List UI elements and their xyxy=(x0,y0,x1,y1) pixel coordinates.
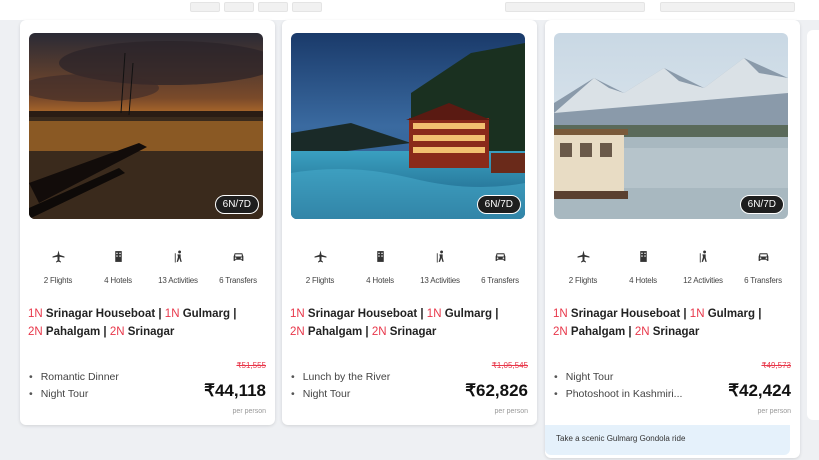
hotel-icon xyxy=(613,250,673,264)
amenities-row: 2 Flights 4 Hotels 13 Activities 6 Trans… xyxy=(290,250,530,288)
amenity-transfers: 6 Transfers xyxy=(733,250,793,288)
amenity-transfers: 6 Transfers xyxy=(470,250,530,288)
activity-icon xyxy=(673,250,733,264)
activity-icon xyxy=(410,250,470,264)
price-note: per person xyxy=(494,408,528,415)
filter-bar xyxy=(0,0,819,20)
price-note: per person xyxy=(757,408,791,415)
amenity-flights: 2 Flights xyxy=(28,250,88,288)
inclusion-item: Night Tour xyxy=(554,369,704,386)
filter-chip[interactable] xyxy=(258,2,288,12)
package-photo: 6N/7D xyxy=(291,33,525,219)
duration-badge: 6N/7D xyxy=(214,195,259,214)
filter-dropdown[interactable] xyxy=(505,2,645,12)
itinerary-title: 1N Srinagar Houseboat | 1N Gulmarg | 2N … xyxy=(553,308,762,338)
price-note: per person xyxy=(232,408,266,415)
package-card[interactable]: 6N/7D 2 Flights 4 Hotels 12 Activities 6… xyxy=(545,20,800,458)
inclusion-item: Night Tour xyxy=(291,386,441,403)
original-price: ₹49,573 xyxy=(761,361,791,370)
hotel-icon xyxy=(88,250,148,264)
inclusions-list: Lunch by the River Night Tour xyxy=(291,369,441,403)
car-icon xyxy=(733,250,793,264)
amenity-hotels: 4 Hotels xyxy=(350,250,410,288)
sort-dropdown[interactable] xyxy=(660,2,795,12)
amenity-flights: 2 Flights xyxy=(553,250,613,288)
car-icon xyxy=(208,250,268,264)
package-card[interactable]: 6N/7D 2 Flights 4 Hotels 13 Activities 6… xyxy=(282,20,537,425)
filter-chip[interactable] xyxy=(190,2,220,12)
flight-icon xyxy=(28,250,88,264)
amenity-activities: 13 Activities xyxy=(148,250,208,288)
next-package-card[interactable] xyxy=(807,30,819,420)
package-card[interactable]: 6N/7D 2 Flights 4 Hotels 13 Activities 6… xyxy=(20,20,275,425)
highlight-tip: Take a scenic Gulmarg Gondola ride xyxy=(545,425,790,455)
amenities-row: 2 Flights 4 Hotels 12 Activities 6 Trans… xyxy=(553,250,793,288)
flight-icon xyxy=(290,250,350,264)
original-price: ₹51,555 xyxy=(236,361,266,370)
price: ₹44,118 xyxy=(204,381,266,400)
amenity-activities: 12 Activities xyxy=(673,250,733,288)
filter-chip[interactable] xyxy=(292,2,322,12)
inclusion-item: Lunch by the River xyxy=(291,369,441,386)
price: ₹42,424 xyxy=(728,381,791,400)
amenity-hotels: 4 Hotels xyxy=(613,250,673,288)
amenity-flights: 2 Flights xyxy=(290,250,350,288)
flight-icon xyxy=(553,250,613,264)
package-photo: 6N/7D xyxy=(554,33,788,219)
amenity-hotels: 4 Hotels xyxy=(88,250,148,288)
amenity-activities: 13 Activities xyxy=(410,250,470,288)
original-price: ₹1,05,545 xyxy=(491,361,528,370)
duration-badge: 6N/7D xyxy=(739,195,784,214)
inclusions-list: Night Tour Photoshoot in Kashmiri... xyxy=(554,369,704,403)
amenity-transfers: 6 Transfers xyxy=(208,250,268,288)
filter-chip[interactable] xyxy=(224,2,254,12)
itinerary-title: 1N Srinagar Houseboat | 1N Gulmarg | 2N … xyxy=(28,308,237,338)
inclusion-item: Photoshoot in Kashmiri... xyxy=(554,386,704,403)
duration-badge: 6N/7D xyxy=(476,195,521,214)
hotel-icon xyxy=(350,250,410,264)
inclusions-list: Romantic Dinner Night Tour xyxy=(29,369,179,403)
amenities-row: 2 Flights 4 Hotels 13 Activities 6 Trans… xyxy=(28,250,268,288)
activity-icon xyxy=(148,250,208,264)
package-photo: 6N/7D xyxy=(29,33,263,219)
itinerary-title: 1N Srinagar Houseboat | 1N Gulmarg | 2N … xyxy=(290,308,499,338)
car-icon xyxy=(470,250,530,264)
inclusion-item: Night Tour xyxy=(29,386,179,403)
price: ₹62,826 xyxy=(465,381,528,400)
inclusion-item: Romantic Dinner xyxy=(29,369,179,386)
